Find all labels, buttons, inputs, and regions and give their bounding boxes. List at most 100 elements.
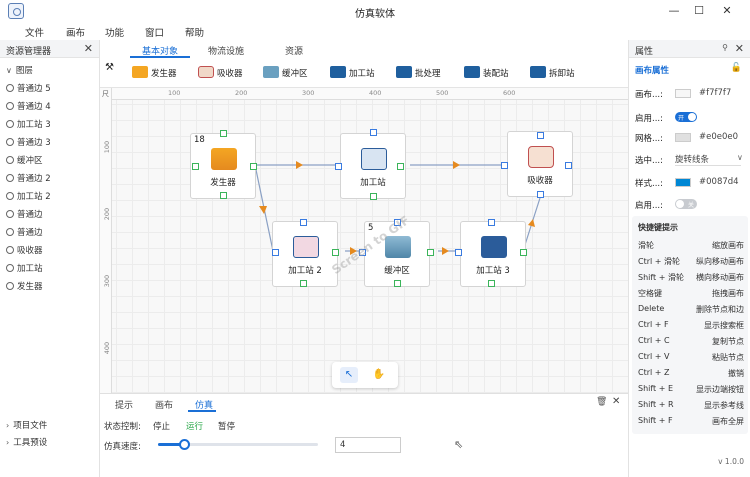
port-in[interactable]: [300, 219, 307, 226]
toggle-switch-off[interactable]: 关: [675, 199, 697, 209]
tree-item[interactable]: 缓冲区: [6, 154, 43, 166]
pin-icon[interactable]: ⚲: [722, 43, 728, 52]
port-out[interactable]: [192, 163, 199, 170]
port-out[interactable]: [220, 130, 227, 137]
close-window-button[interactable]: ✕: [717, 3, 737, 19]
menu-file[interactable]: 文件: [25, 25, 44, 39]
speed-slider-handle[interactable]: [178, 439, 190, 450]
node-absorber[interactable]: 吸收器: [507, 131, 573, 197]
window-title: 仿真软体: [355, 9, 395, 20]
tree-group-layers[interactable]: ∨ 图层: [6, 64, 33, 76]
color-swatch[interactable]: [675, 178, 691, 187]
node-station-3[interactable]: 加工站 3: [460, 221, 526, 287]
node-label: 加工站 3: [476, 266, 510, 276]
run-button[interactable]: 运行: [186, 420, 203, 432]
properties-title: 属性: [635, 47, 654, 57]
menu-window[interactable]: 窗口: [145, 25, 164, 39]
tools-icon[interactable]: ⚒: [105, 62, 114, 73]
port-in[interactable]: [537, 132, 544, 139]
tool-assembly[interactable]: 装配站: [464, 66, 509, 79]
port-out[interactable]: [427, 249, 434, 256]
pause-button[interactable]: 暂停: [218, 420, 235, 432]
prop-label: 画布...:: [635, 90, 663, 100]
toggle-switch-on[interactable]: 开: [675, 112, 697, 122]
node-label: 加工站: [360, 178, 386, 188]
tree-item[interactable]: 吸收器: [6, 244, 43, 256]
maximize-button[interactable]: ☐: [689, 3, 709, 19]
port-in[interactable]: [501, 162, 508, 169]
tree-item[interactable]: 普通边 4: [6, 100, 51, 112]
tree-item[interactable]: 普通边: [6, 208, 43, 220]
tree-item[interactable]: 加工站 3: [6, 118, 51, 130]
close-icon[interactable]: ✕: [84, 42, 93, 55]
tab-resources[interactable]: 资源: [285, 44, 303, 57]
menu-help[interactable]: 帮助: [185, 25, 204, 39]
color-swatch[interactable]: [675, 89, 691, 98]
gear-icon: [6, 138, 14, 146]
port-out[interactable]: [370, 193, 377, 200]
prop-value[interactable]: #e0e0e0: [699, 132, 738, 142]
close-icon[interactable]: ✕: [735, 42, 744, 55]
tab-logistics[interactable]: 物流设施: [208, 44, 244, 57]
tree-group-project-files[interactable]: › 项目文件: [6, 419, 47, 431]
port-out[interactable]: [488, 280, 495, 287]
tree-item[interactable]: 加工站 2: [6, 190, 51, 202]
prop-value[interactable]: #0087d4: [699, 177, 739, 187]
tool-batch[interactable]: 批处理: [396, 66, 441, 79]
prop-label: 启用...:: [635, 114, 663, 124]
gear-icon: [6, 102, 14, 110]
chevron-down-icon[interactable]: ∨: [737, 153, 743, 162]
cart-icon: [211, 148, 237, 170]
tab-canvas[interactable]: 画布: [155, 398, 173, 411]
port-in[interactable]: [455, 249, 462, 256]
port-out[interactable]: [220, 192, 227, 199]
port-in[interactable]: [272, 249, 279, 256]
port-in[interactable]: [537, 191, 544, 198]
tool-buffer[interactable]: 缓冲区: [263, 66, 308, 79]
port-out[interactable]: [397, 163, 404, 170]
select-dropdown[interactable]: 旋转线条: [675, 153, 741, 166]
pointer-icon[interactable]: ↖: [340, 367, 358, 383]
port-out[interactable]: [300, 280, 307, 287]
toggle-text: 开: [678, 115, 685, 122]
port-out[interactable]: [520, 249, 527, 256]
stop-button[interactable]: 停止: [153, 420, 170, 432]
color-swatch[interactable]: [675, 133, 691, 142]
lock-icon[interactable]: 🔓: [731, 63, 742, 73]
tool-disassembly[interactable]: 拆卸站: [530, 66, 575, 79]
port-out[interactable]: [250, 163, 257, 170]
tree-item[interactable]: 普通边 5: [6, 82, 51, 94]
shortcut-hints: 快捷键提示 滑轮 缩放画布 Ctrl + 滑轮 纵向移动画布 Shift + 滑轮横…: [632, 216, 748, 434]
tree-item[interactable]: 普通边: [6, 226, 43, 238]
speed-slider[interactable]: [158, 439, 318, 450]
tab-hints[interactable]: 提示: [115, 398, 133, 411]
node-generator[interactable]: 18 发生器: [190, 133, 256, 199]
port-in[interactable]: [335, 163, 342, 170]
port-in[interactable]: [488, 219, 495, 226]
port-in[interactable]: [370, 129, 377, 136]
close-icon[interactable]: ✕: [612, 396, 620, 407]
tree-group-tool-presets[interactable]: › 工具预设: [6, 436, 47, 448]
menu-canvas[interactable]: 画布: [66, 25, 85, 39]
machine-icon: [481, 236, 507, 258]
port-out[interactable]: [332, 249, 339, 256]
speed-input[interactable]: 4: [335, 437, 401, 453]
tree-item[interactable]: 普通边 2: [6, 172, 51, 184]
tool-absorber[interactable]: 吸收器: [198, 66, 243, 79]
tree-item[interactable]: 发生器: [6, 280, 43, 292]
hand-icon[interactable]: ✋: [370, 367, 388, 383]
prop-label: 网格...:: [635, 134, 663, 144]
tool-generator[interactable]: 发生器: [132, 66, 177, 79]
tree-item[interactable]: 加工站: [6, 262, 43, 274]
trash-icon[interactable]: 🗑: [596, 397, 607, 407]
node-station-2[interactable]: 加工站 2: [272, 221, 338, 287]
port-out[interactable]: [394, 280, 401, 287]
tree-item[interactable]: 普通边 3: [6, 136, 51, 148]
prop-value[interactable]: #f7f7f7: [699, 88, 731, 98]
node-label: 吸收器: [527, 176, 553, 186]
tool-station[interactable]: 加工站: [330, 66, 375, 79]
port-in[interactable]: [565, 162, 572, 169]
menu-function[interactable]: 功能: [105, 25, 124, 39]
minimize-button[interactable]: —: [664, 3, 684, 19]
active-tab-indicator: [188, 410, 216, 412]
